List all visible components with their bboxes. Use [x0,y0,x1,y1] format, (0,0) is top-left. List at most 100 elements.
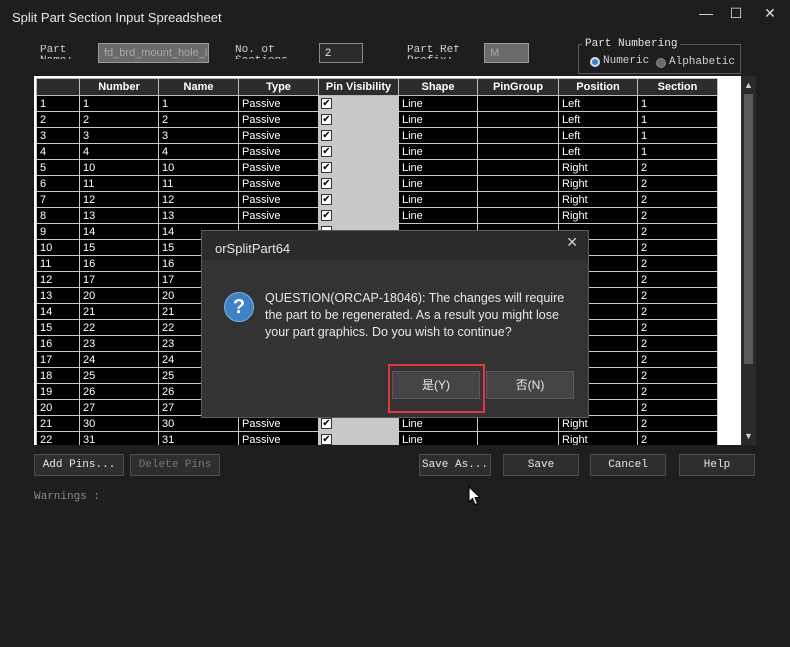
cell-pin-visibility[interactable]: ✔ [318,175,399,192]
cell-row-index[interactable]: 1 [36,95,80,112]
cell-pin-visibility[interactable]: ✔ [318,207,399,224]
cell-name[interactable]: 4 [158,143,239,160]
cell-number[interactable]: 11 [79,175,159,192]
add-pins-button[interactable]: Add Pins... [34,454,124,476]
cell-pingroup[interactable] [477,175,559,192]
column-header-position[interactable]: Position [558,78,638,96]
table-row[interactable]: 8 13 13 Passive ✔ Line Right 2 [36,207,718,224]
cell-shape[interactable]: Line [398,207,478,224]
cell-position[interactable]: Left [558,143,638,160]
table-row[interactable]: 7 12 12 Passive ✔ Line Right 2 [36,191,718,208]
cell-pingroup[interactable] [477,95,559,112]
prefix-field[interactable]: M [484,43,529,63]
cell-pin-visibility[interactable]: ✔ [318,111,399,128]
cell-row-index[interactable]: 16 [36,335,80,352]
cell-section[interactable]: 2 [637,431,718,445]
cell-pin-visibility[interactable]: ✔ [318,127,399,144]
dialog-close-icon[interactable]: ✕ [566,234,578,251]
cell-section[interactable]: 2 [637,159,718,176]
pin-visibility-checkbox[interactable]: ✔ [321,130,332,142]
cell-shape[interactable]: Line [398,95,478,112]
cell-type[interactable]: Passive [238,95,319,112]
cell-type[interactable]: Passive [238,159,319,176]
cell-number[interactable]: 24 [79,351,159,368]
cell-position[interactable]: Right [558,159,638,176]
cell-position[interactable]: Right [558,431,638,445]
cell-name[interactable]: 12 [158,191,239,208]
cell-shape[interactable]: Line [398,191,478,208]
cell-shape[interactable]: Line [398,175,478,192]
cell-number[interactable]: 26 [79,383,159,400]
cell-pingroup[interactable] [477,431,559,445]
pin-visibility-checkbox[interactable]: ✔ [321,434,332,445]
cell-section[interactable]: 2 [637,191,718,208]
table-row[interactable]: 1 1 1 Passive ✔ Line Left 1 [36,95,718,112]
cell-row-index[interactable]: 17 [36,351,80,368]
table-row[interactable]: 5 10 10 Passive ✔ Line Right 2 [36,159,718,176]
cell-section[interactable]: 2 [637,415,718,432]
cell-number[interactable]: 4 [79,143,159,160]
vertical-scrollbar[interactable]: ▲ ▼ [741,76,756,445]
column-header-pingroup[interactable]: PinGroup [477,78,559,96]
cell-row-index[interactable]: 21 [36,415,80,432]
cell-name[interactable]: 2 [158,111,239,128]
cell-type[interactable]: Passive [238,111,319,128]
cell-row-index[interactable]: 3 [36,127,80,144]
cell-section[interactable]: 1 [637,95,718,112]
cell-position[interactable]: Left [558,95,638,112]
delete-pins-button[interactable]: Delete Pins [130,454,220,476]
cell-pin-visibility[interactable]: ✔ [318,95,399,112]
cell-number[interactable]: 30 [79,415,159,432]
cell-type[interactable]: Passive [238,431,319,445]
cell-number[interactable]: 31 [79,431,159,445]
cell-row-index[interactable]: 20 [36,399,80,416]
no-button[interactable]: 否(N) [486,371,574,399]
cell-pingroup[interactable] [477,191,559,208]
cell-name[interactable]: 13 [158,207,239,224]
cell-section[interactable]: 2 [637,303,718,320]
cell-section[interactable]: 2 [637,351,718,368]
help-button[interactable]: Help [679,454,755,476]
save-as-button[interactable]: Save As... [419,454,491,476]
cell-number[interactable]: 23 [79,335,159,352]
cell-pin-visibility[interactable]: ✔ [318,191,399,208]
cell-section[interactable]: 1 [637,143,718,160]
cell-name[interactable]: 10 [158,159,239,176]
column-header-pin-visibility[interactable]: Pin Visibility [318,78,399,96]
cell-type[interactable]: Passive [238,127,319,144]
cell-row-index[interactable]: 18 [36,367,80,384]
cell-number[interactable]: 16 [79,255,159,272]
cell-shape[interactable]: Line [398,127,478,144]
cell-section[interactable]: 2 [637,367,718,384]
cell-shape[interactable]: Line [398,159,478,176]
maximize-button[interactable]: ☐ [721,2,751,24]
cell-section[interactable]: 2 [637,207,718,224]
table-row[interactable]: 3 3 3 Passive ✔ Line Left 1 [36,127,718,144]
scroll-up-icon[interactable]: ▲ [741,78,756,92]
cell-section[interactable]: 2 [637,239,718,256]
cell-row-index[interactable]: 5 [36,159,80,176]
table-row[interactable]: 4 4 4 Passive ✔ Line Left 1 [36,143,718,160]
part-name-field[interactable]: fd_brd_mount_hole_ii [98,43,209,63]
cell-number[interactable]: 22 [79,319,159,336]
cell-shape[interactable]: Line [398,111,478,128]
cell-name[interactable]: 1 [158,95,239,112]
cell-number[interactable]: 12 [79,191,159,208]
alphabetic-radio[interactable] [656,58,666,68]
cell-name[interactable]: 31 [158,431,239,445]
cancel-button[interactable]: Cancel [590,454,666,476]
cell-section[interactable]: 2 [637,255,718,272]
cell-name[interactable]: 11 [158,175,239,192]
cell-section[interactable]: 2 [637,175,718,192]
close-button[interactable]: ✕ [755,2,785,24]
cell-pin-visibility[interactable]: ✔ [318,159,399,176]
cell-row-index[interactable]: 8 [36,207,80,224]
pin-visibility-checkbox[interactable]: ✔ [321,178,332,190]
cell-type[interactable]: Passive [238,175,319,192]
pin-visibility-checkbox[interactable]: ✔ [321,418,332,430]
cell-section[interactable]: 1 [637,111,718,128]
cell-pin-visibility[interactable]: ✔ [318,143,399,160]
cell-row-index[interactable]: 13 [36,287,80,304]
cell-row-index[interactable]: 6 [36,175,80,192]
cell-row-index[interactable]: 7 [36,191,80,208]
